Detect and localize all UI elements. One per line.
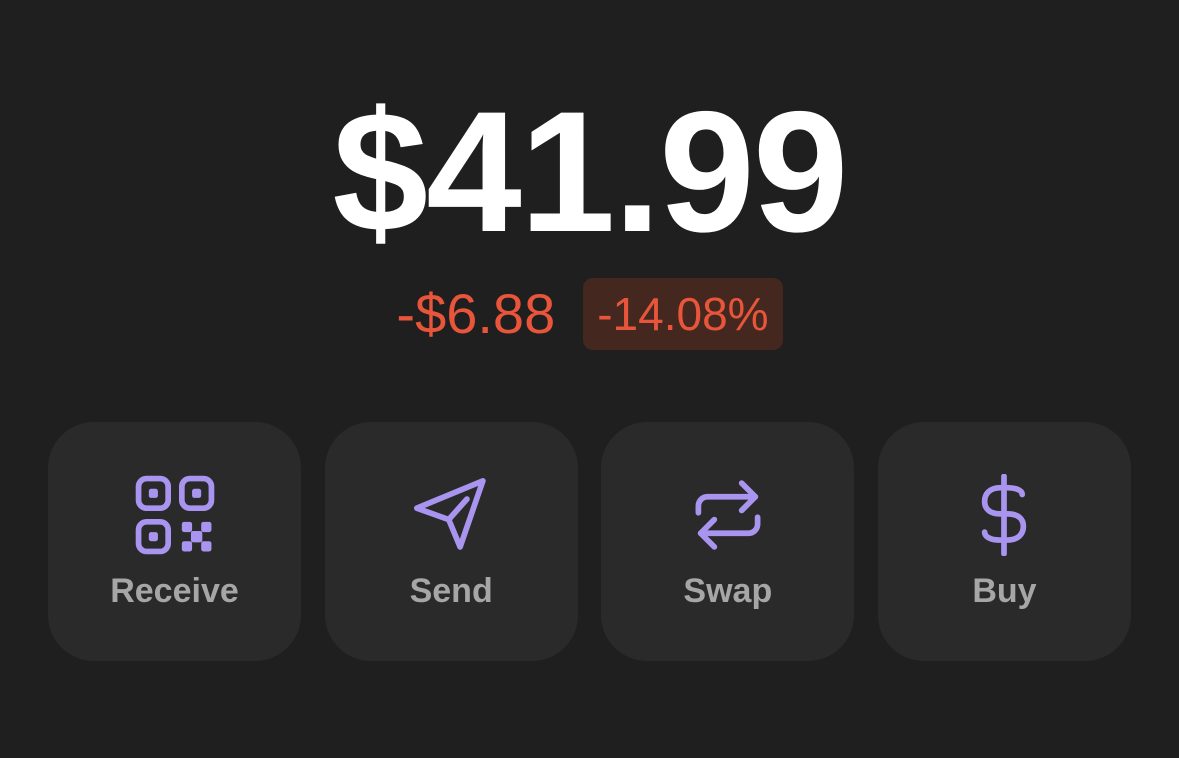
buy-button[interactable]: Buy — [877, 422, 1131, 661]
dollar-icon — [963, 474, 1045, 556]
swap-label: Swap — [683, 572, 773, 610]
change-row: -$6.88 -14.08% — [0, 278, 1179, 350]
send-button[interactable]: Send — [324, 422, 578, 661]
receive-button[interactable]: Receive — [48, 422, 301, 661]
change-percent-badge: -14.08% — [583, 278, 783, 350]
action-buttons: Receive Send Swap Buy — [48, 422, 1131, 661]
swap-button[interactable]: Swap — [601, 422, 855, 661]
send-label: Send — [409, 572, 493, 610]
qr-code-icon — [134, 474, 216, 556]
receive-label: Receive — [110, 572, 239, 610]
change-amount: -$6.88 — [396, 282, 556, 345]
paper-plane-icon — [410, 474, 492, 556]
swap-arrows-icon — [687, 474, 769, 556]
buy-label: Buy — [972, 572, 1037, 610]
balance-amount: $41.99 — [332, 76, 848, 268]
